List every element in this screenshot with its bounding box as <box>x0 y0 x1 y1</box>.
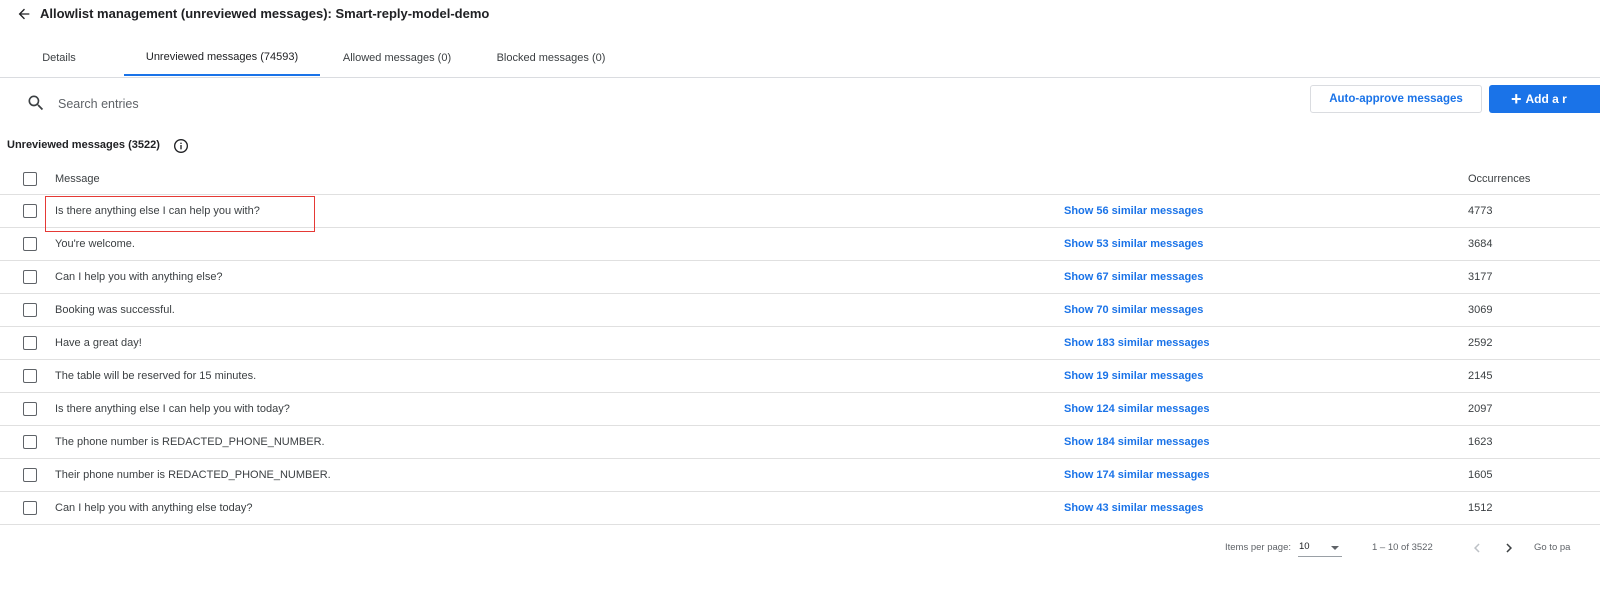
table-row: Is there anything else I can help you wi… <box>0 195 1600 228</box>
message-text: Their phone number is REDACTED_PHONE_NUM… <box>55 469 331 481</box>
message-text: The table will be reserved for 15 minute… <box>55 370 257 382</box>
message-text: Can I help you with anything else today? <box>55 502 253 514</box>
show-similar-link[interactable]: Show 53 similar messages <box>1064 238 1203 250</box>
auto-approve-button[interactable]: Auto-approve messages <box>1310 85 1482 113</box>
message-text: Is there anything else I can help you wi… <box>55 403 290 415</box>
tab-bar: Details Unreviewed messages (74593) Allo… <box>0 40 1600 78</box>
back-button[interactable] <box>14 4 34 24</box>
info-icon[interactable] <box>173 138 189 154</box>
message-text: Have a great day! <box>55 337 142 349</box>
paginator: Items per page: 10 1 – 10 of 3522 Go to … <box>0 534 1600 564</box>
message-text: Booking was successful. <box>55 304 175 316</box>
column-header-occurrences: Occurrences <box>1468 173 1531 185</box>
items-per-page-label: Items per page: <box>1225 542 1292 553</box>
message-text: You're welcome. <box>55 238 135 250</box>
table-row: Their phone number is REDACTED_PHONE_NUM… <box>0 459 1600 492</box>
show-similar-link[interactable]: Show 56 similar messages <box>1064 205 1203 217</box>
table-row: Is there anything else I can help you wi… <box>0 393 1600 426</box>
chevron-left-icon[interactable] <box>1468 539 1486 557</box>
items-per-page-value: 10 <box>1299 541 1310 552</box>
row-checkbox[interactable] <box>23 303 37 317</box>
row-checkbox[interactable] <box>23 369 37 383</box>
occurrence-count: 1512 <box>1468 502 1493 514</box>
column-header-message: Message <box>55 173 100 185</box>
table-row: Have a great day! Show 183 similar messa… <box>0 327 1600 360</box>
row-checkbox[interactable] <box>23 435 37 449</box>
row-checkbox[interactable] <box>23 336 37 350</box>
select-all-checkbox[interactable] <box>23 172 37 186</box>
row-checkbox[interactable] <box>23 402 37 416</box>
row-checkbox[interactable] <box>23 237 37 251</box>
page-title: Allowlist management (unreviewed message… <box>40 6 490 21</box>
show-similar-link[interactable]: Show 43 similar messages <box>1064 502 1203 514</box>
top-bar: Allowlist management (unreviewed message… <box>0 0 1600 28</box>
section-title: Unreviewed messages (3522) <box>7 139 160 151</box>
row-checkbox[interactable] <box>23 468 37 482</box>
message-text: The phone number is REDACTED_PHONE_NUMBE… <box>55 436 325 448</box>
show-similar-link[interactable]: Show 183 similar messages <box>1064 337 1210 349</box>
table-row: The table will be reserved for 15 minute… <box>0 360 1600 393</box>
occurrence-count: 3177 <box>1468 271 1493 283</box>
tab-allowed-messages[interactable]: Allowed messages (0) <box>328 40 466 76</box>
occurrence-count: 2145 <box>1468 370 1493 382</box>
add-message-button[interactable]: + Add a r <box>1489 85 1600 113</box>
table-row: Booking was successful. Show 70 similar … <box>0 294 1600 327</box>
table-row: The phone number is REDACTED_PHONE_NUMBE… <box>0 426 1600 459</box>
show-similar-link[interactable]: Show 70 similar messages <box>1064 304 1203 316</box>
occurrence-count: 4773 <box>1468 205 1493 217</box>
message-text: Is there anything else I can help you wi… <box>55 205 260 217</box>
show-similar-link[interactable]: Show 124 similar messages <box>1064 403 1210 415</box>
page-range-label: 1 – 10 of 3522 <box>1372 542 1433 553</box>
row-checkbox[interactable] <box>23 204 37 218</box>
plus-icon: + <box>1511 89 1522 109</box>
show-similar-link[interactable]: Show 67 similar messages <box>1064 271 1203 283</box>
tab-unreviewed-messages[interactable]: Unreviewed messages (74593) <box>124 40 320 76</box>
tab-details[interactable]: Details <box>20 40 98 76</box>
dropdown-arrow-icon <box>1331 546 1339 550</box>
items-per-page-select[interactable]: 10 <box>1298 538 1342 557</box>
table-row: Can I help you with anything else? Show … <box>0 261 1600 294</box>
arrow-back-icon <box>18 8 30 20</box>
search-icon <box>28 95 44 111</box>
show-similar-link[interactable]: Show 19 similar messages <box>1064 370 1203 382</box>
go-to-page-label: Go to pa <box>1534 542 1571 553</box>
row-checkbox[interactable] <box>23 270 37 284</box>
messages-table: Message Occurrences Is there anything el… <box>0 163 1600 525</box>
tab-blocked-messages[interactable]: Blocked messages (0) <box>482 40 620 76</box>
occurrence-count: 1623 <box>1468 436 1493 448</box>
occurrence-count: 1605 <box>1468 469 1493 481</box>
add-message-label: Add a r <box>1525 92 1567 106</box>
occurrence-count: 3069 <box>1468 304 1493 316</box>
occurrence-count: 3684 <box>1468 238 1493 250</box>
search-input[interactable] <box>58 94 458 114</box>
show-similar-link[interactable]: Show 174 similar messages <box>1064 469 1210 481</box>
table-row: Can I help you with anything else today?… <box>0 492 1600 525</box>
chevron-right-icon[interactable] <box>1500 539 1518 557</box>
row-checkbox[interactable] <box>23 501 37 515</box>
message-text: Can I help you with anything else? <box>55 271 223 283</box>
table-header: Message Occurrences <box>0 163 1600 195</box>
occurrence-count: 2592 <box>1468 337 1493 349</box>
table-row: You're welcome. Show 53 similar messages… <box>0 228 1600 261</box>
occurrence-count: 2097 <box>1468 403 1493 415</box>
show-similar-link[interactable]: Show 184 similar messages <box>1064 436 1210 448</box>
